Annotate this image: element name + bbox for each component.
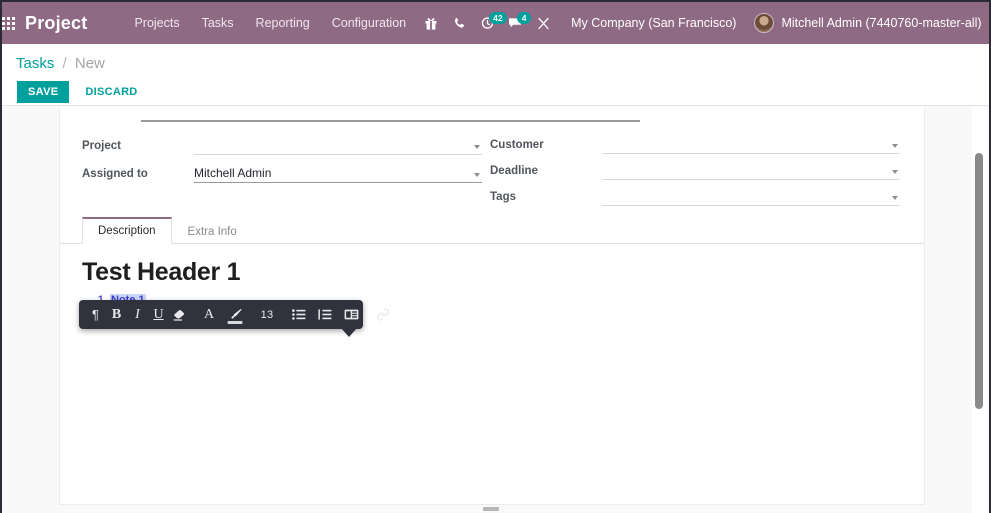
unordered-list-icon[interactable] bbox=[286, 300, 312, 329]
field-tags: Tags bbox=[490, 185, 900, 206]
company-selector[interactable]: My Company (San Francisco) bbox=[571, 16, 736, 30]
top-navbar: Project Projects Tasks Reporting Configu… bbox=[2, 2, 989, 44]
breadcrumb-separator: / bbox=[62, 55, 67, 72]
breadcrumb-current: New bbox=[74, 55, 105, 72]
save-button[interactable]: SAVE bbox=[17, 81, 70, 103]
assigned-to-input[interactable] bbox=[194, 165, 482, 183]
phone-icon[interactable] bbox=[445, 2, 473, 44]
grid-apps-icon bbox=[2, 16, 15, 30]
apps-menu-button[interactable] bbox=[2, 2, 15, 44]
discard-button[interactable]: DISCARD bbox=[85, 86, 137, 98]
highlight-brush-icon[interactable] bbox=[222, 300, 248, 329]
navmenu-projects[interactable]: Projects bbox=[123, 16, 190, 30]
form-column-left: Project Assigned to bbox=[82, 133, 482, 183]
customer-input[interactable] bbox=[602, 136, 900, 154]
field-deadline-control bbox=[602, 161, 900, 180]
activity-clock-icon[interactable]: 42 bbox=[473, 2, 507, 44]
app-brand-project[interactable]: Project bbox=[25, 13, 87, 34]
ordered-list-icon[interactable] bbox=[312, 300, 338, 329]
form-fields-group: Project Assigned to Mitchell Admin Custo… bbox=[60, 133, 924, 217]
underline-icon[interactable]: U bbox=[148, 300, 169, 329]
toolbar-pointer-tail bbox=[341, 328, 357, 337]
user-menu-label: Mitchell Admin (7440760-master-all) bbox=[781, 16, 982, 30]
field-customer-label: Customer bbox=[490, 139, 544, 151]
browser-viewport: Project Projects Tasks Reporting Configu… bbox=[0, 0, 991, 513]
scrollbar-thumb[interactable] bbox=[975, 153, 983, 409]
form-column-right: Customer Deadline Tags bbox=[490, 133, 900, 211]
navmenu-reporting[interactable]: Reporting bbox=[245, 16, 321, 30]
sheet-resize-handle[interactable] bbox=[483, 507, 499, 511]
field-customer-control bbox=[602, 135, 900, 154]
field-assigned-to-label: Assigned to bbox=[82, 168, 148, 180]
avatar bbox=[754, 13, 775, 33]
font-color-icon[interactable]: A bbox=[196, 300, 222, 329]
tags-input[interactable] bbox=[602, 188, 900, 206]
remove-format-eraser-icon[interactable] bbox=[169, 300, 190, 329]
font-size-selector[interactable]: 13 bbox=[254, 300, 280, 329]
field-tags-label: Tags bbox=[490, 191, 516, 203]
user-menu[interactable]: Mitchell Admin (7440760-master-all) bbox=[754, 13, 982, 33]
field-project-control bbox=[194, 136, 482, 155]
field-deadline-label: Deadline bbox=[490, 165, 538, 177]
notebook-tabs: Description Extra Info bbox=[60, 216, 924, 244]
bold-icon[interactable]: B bbox=[106, 300, 127, 329]
text-format-toolbar: ¶ B I U A 13 bbox=[79, 300, 390, 337]
field-customer: Customer bbox=[490, 133, 900, 154]
field-assigned-to-control bbox=[194, 164, 482, 183]
tab-extra-info[interactable]: Extra Info bbox=[172, 219, 253, 244]
navmenu-tasks[interactable]: Tasks bbox=[191, 16, 245, 30]
tab-description[interactable]: Description bbox=[82, 217, 172, 244]
notebook: Description Extra Info Test Header 1 Not… bbox=[60, 216, 924, 504]
paragraph-style-icon[interactable]: ¶ bbox=[85, 300, 106, 329]
media-table-icon[interactable] bbox=[338, 300, 364, 329]
italic-icon[interactable]: I bbox=[127, 300, 148, 329]
project-input[interactable] bbox=[194, 137, 482, 155]
field-project-label: Project bbox=[82, 140, 121, 152]
deadline-input[interactable] bbox=[602, 162, 900, 180]
description-editor[interactable]: Test Header 1 Note 1 bbox=[60, 244, 924, 504]
navbar-right-zone: 42 4 My Company (San Francisco) Mitchell… bbox=[417, 2, 989, 44]
navmenu-configuration[interactable]: Configuration bbox=[321, 16, 417, 30]
task-title-input[interactable] bbox=[141, 120, 640, 122]
highlight-color-indicator bbox=[227, 321, 243, 324]
field-tags-control bbox=[602, 187, 900, 206]
field-project: Project bbox=[82, 133, 482, 155]
messages-chat-icon[interactable]: 4 bbox=[501, 2, 532, 44]
breadcrumb: Tasks / New bbox=[16, 55, 105, 72]
gift-icon[interactable] bbox=[417, 2, 445, 44]
field-assigned-to: Assigned to bbox=[82, 161, 482, 183]
field-deadline: Deadline bbox=[490, 159, 900, 180]
breadcrumb-tasks[interactable]: Tasks bbox=[16, 55, 54, 72]
vertical-scrollbar[interactable] bbox=[972, 107, 987, 513]
record-actions: SAVE DISCARD bbox=[17, 81, 138, 103]
link-chain-icon[interactable] bbox=[370, 300, 396, 329]
debug-wrench-icon[interactable] bbox=[529, 2, 557, 44]
editor-heading: Test Header 1 bbox=[82, 258, 241, 286]
control-panel: Tasks / New SAVE DISCARD bbox=[2, 44, 989, 106]
